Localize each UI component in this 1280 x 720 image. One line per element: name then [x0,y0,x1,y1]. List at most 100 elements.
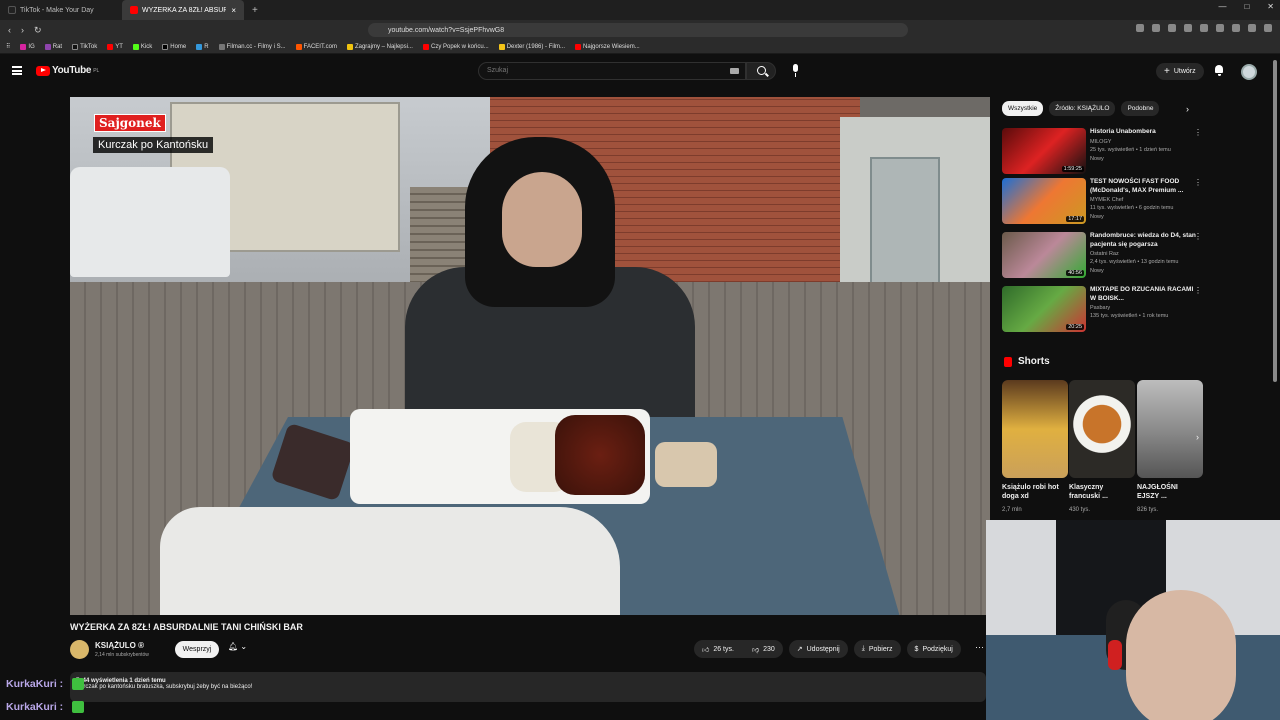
short-title[interactable]: NAJGŁOŚNI EJSZY ... [1137,483,1197,501]
channel-avatar[interactable] [70,640,89,659]
video-player[interactable]: Sajgonek Kurczak po Kantońsku [70,97,990,615]
more-options-icon[interactable]: ⋮ [1194,232,1202,241]
bookmark-item[interactable]: Home [162,43,186,50]
chip-similar[interactable]: Podobne [1121,101,1160,116]
recommendation-channel: Pasbary [1090,305,1111,311]
extension-icon[interactable] [1152,24,1160,32]
scene-chicken [555,415,645,495]
forward-icon[interactable]: › [21,25,24,36]
thanks-button[interactable]: $ Podziękuj [906,640,961,658]
description-box[interactable]: 7. 44 wyświetlenia 1 dzień temu Kurczak … [70,672,986,702]
create-button[interactable]: + Utwórz [1156,63,1204,80]
url-field[interactable]: youtube.com/watch?v=SsjePFhvwG8 [368,23,908,37]
download-button[interactable]: ⤓ Pobierz [853,640,901,658]
extension-icon[interactable] [1248,24,1256,32]
channel-name[interactable]: KSIĄŻULO ® [95,641,144,650]
bookmark-item[interactable]: YT [107,43,123,50]
recommendation-item[interactable]: 17:17 TEST NOWOŚCI FAST FOOD (McDonald's… [1002,178,1202,224]
youtube-icon [575,43,582,50]
extension-icon[interactable] [1184,24,1192,32]
faceit-icon [295,43,302,50]
address-bar: ‹ › ↻ youtube.com/watch?v=SsjePFhvwG8 [0,20,1280,40]
bookmark-item[interactable]: IG [20,43,35,50]
recommendation-item[interactable]: 20:25 MIXTAPE DO RZUCANIA RACAMI W BOISK… [1002,286,1202,332]
bookmark-item[interactable]: Zagrajmy – Najlepsi... [346,43,413,50]
share-button[interactable]: ↗ Udostępnij [788,640,848,658]
search-input[interactable]: Szukaj [478,62,746,80]
close-tab-icon[interactable]: × [231,6,236,15]
support-button[interactable]: Wesprzyj [175,641,219,658]
short-thumbnail[interactable] [1137,380,1203,478]
youtube-logo[interactable]: YouTube PL [36,65,99,76]
hamburger-menu-icon[interactable] [12,66,22,75]
close-window-icon[interactable]: ✕ [1267,2,1274,11]
chat-emote-icon [72,701,85,714]
like-button[interactable]: 👍︎ 26 tys. 👎︎ 230 [694,640,783,658]
recommendation-item[interactable]: 1:59:25 Historia Unabombera MILOGY 25 ty… [1002,128,1202,174]
shorts-label: Shorts [1018,356,1050,367]
short-views: 826 tys. [1137,507,1159,513]
menu-icon[interactable] [1264,24,1272,32]
extension-icon[interactable] [1232,24,1240,32]
account-avatar[interactable] [1241,64,1257,80]
tab-youtube[interactable]: WYŻERKA ZA 8ZŁ! ABSURD... × [122,0,244,20]
chevron-right-icon[interactable]: › [1186,104,1189,114]
keyboard-icon[interactable] [730,68,739,74]
extension-icon[interactable] [1216,24,1224,32]
more-options-icon[interactable]: ⋮ [1194,128,1202,137]
extension-icon[interactable] [1200,24,1208,32]
chip-source[interactable]: Źródło: KSIĄŻULO [1049,101,1116,116]
subscription-bell-icon[interactable]: 🔔︎ ⌄ [228,642,254,657]
scene-van [70,167,230,277]
short-title[interactable]: Książulo robi hot doga xd [1002,483,1062,501]
more-options-icon[interactable]: ⋮ [1194,178,1202,187]
back-icon[interactable]: ‹ [8,25,11,36]
bookmark-item[interactable]: Filman.cc - Filmy i S... [218,43,286,50]
bookmark-item[interactable]: Najgorsze Wiesiem... [575,43,640,50]
recommendation-thumbnail: 40:56 [1002,232,1086,278]
bookmark-item[interactable]: R [196,43,209,50]
chevron-right-icon[interactable]: › [1196,432,1199,442]
search-icon [757,66,766,75]
bookmark-item[interactable]: Dexter (1986) - Film... [498,43,565,50]
microphone-icon[interactable] [790,64,800,78]
download-label: Pobierz [868,645,893,653]
bookmark-item[interactable]: Kick [132,43,152,50]
maximize-icon[interactable]: □ [1244,2,1249,11]
search-button[interactable] [746,62,776,80]
thumbs-up-icon: 👍︎ [702,646,710,654]
bookmark-item[interactable]: Czy Popek w końcu... [422,43,489,50]
thumbs-down-icon[interactable]: 👎︎ [752,645,759,654]
page-scrollbar[interactable] [1273,60,1277,382]
reload-icon[interactable]: ↻ [34,25,42,36]
scene-salad [655,442,717,487]
extension-icon[interactable] [1136,24,1144,32]
more-actions-icon[interactable]: ⋯ [975,642,984,653]
youtube-icon [107,43,114,50]
recommendation-thumbnail: 20:25 [1002,286,1086,332]
extension-icon[interactable] [1168,24,1176,32]
short-thumbnail[interactable] [1069,380,1135,478]
sidebar-chips: Wszystkie Źródło: KSIĄŻULO Podobne [1002,101,1160,116]
apps-icon[interactable]: ⠿ [6,43,10,50]
bookmark-item[interactable]: Rat [44,43,62,50]
bookmarks-bar: ⠿ IG Rat TikTok YT Kick Home R Filman.cc… [0,40,1280,54]
webcam-overlay [986,520,1280,720]
logo-text: YouTube [52,65,92,76]
bookmark-item[interactable]: TikTok [72,43,97,50]
bookmark-item[interactable]: FACEIT.com [295,43,337,50]
short-thumbnail[interactable] [1002,380,1068,478]
scene-person [405,137,695,437]
recommendation-item[interactable]: 40:56 Randombruce: wiedza do D4, stan pa… [1002,232,1202,278]
more-options-icon[interactable]: ⋮ [1194,286,1202,295]
tab-tiktok[interactable]: TikTok - Make Your Day [0,0,122,20]
browser-tab-bar: TikTok - Make Your Day WYŻERKA ZA 8ZŁ! A… [0,0,1280,20]
chip-all[interactable]: Wszystkie [1002,101,1044,116]
new-tab-button[interactable]: + [244,0,266,20]
minimize-icon[interactable]: — [1218,2,1226,11]
thanks-icon: $ [914,645,919,653]
notifications-bell-icon[interactable] [1214,65,1224,76]
recommendation-thumbnail: 1:59:25 [1002,128,1086,174]
short-title[interactable]: Klasyczny francuski ... [1069,483,1129,501]
recommendation-title: TEST NOWOŚCI FAST FOOD (McDonald's, MAX … [1090,178,1184,194]
